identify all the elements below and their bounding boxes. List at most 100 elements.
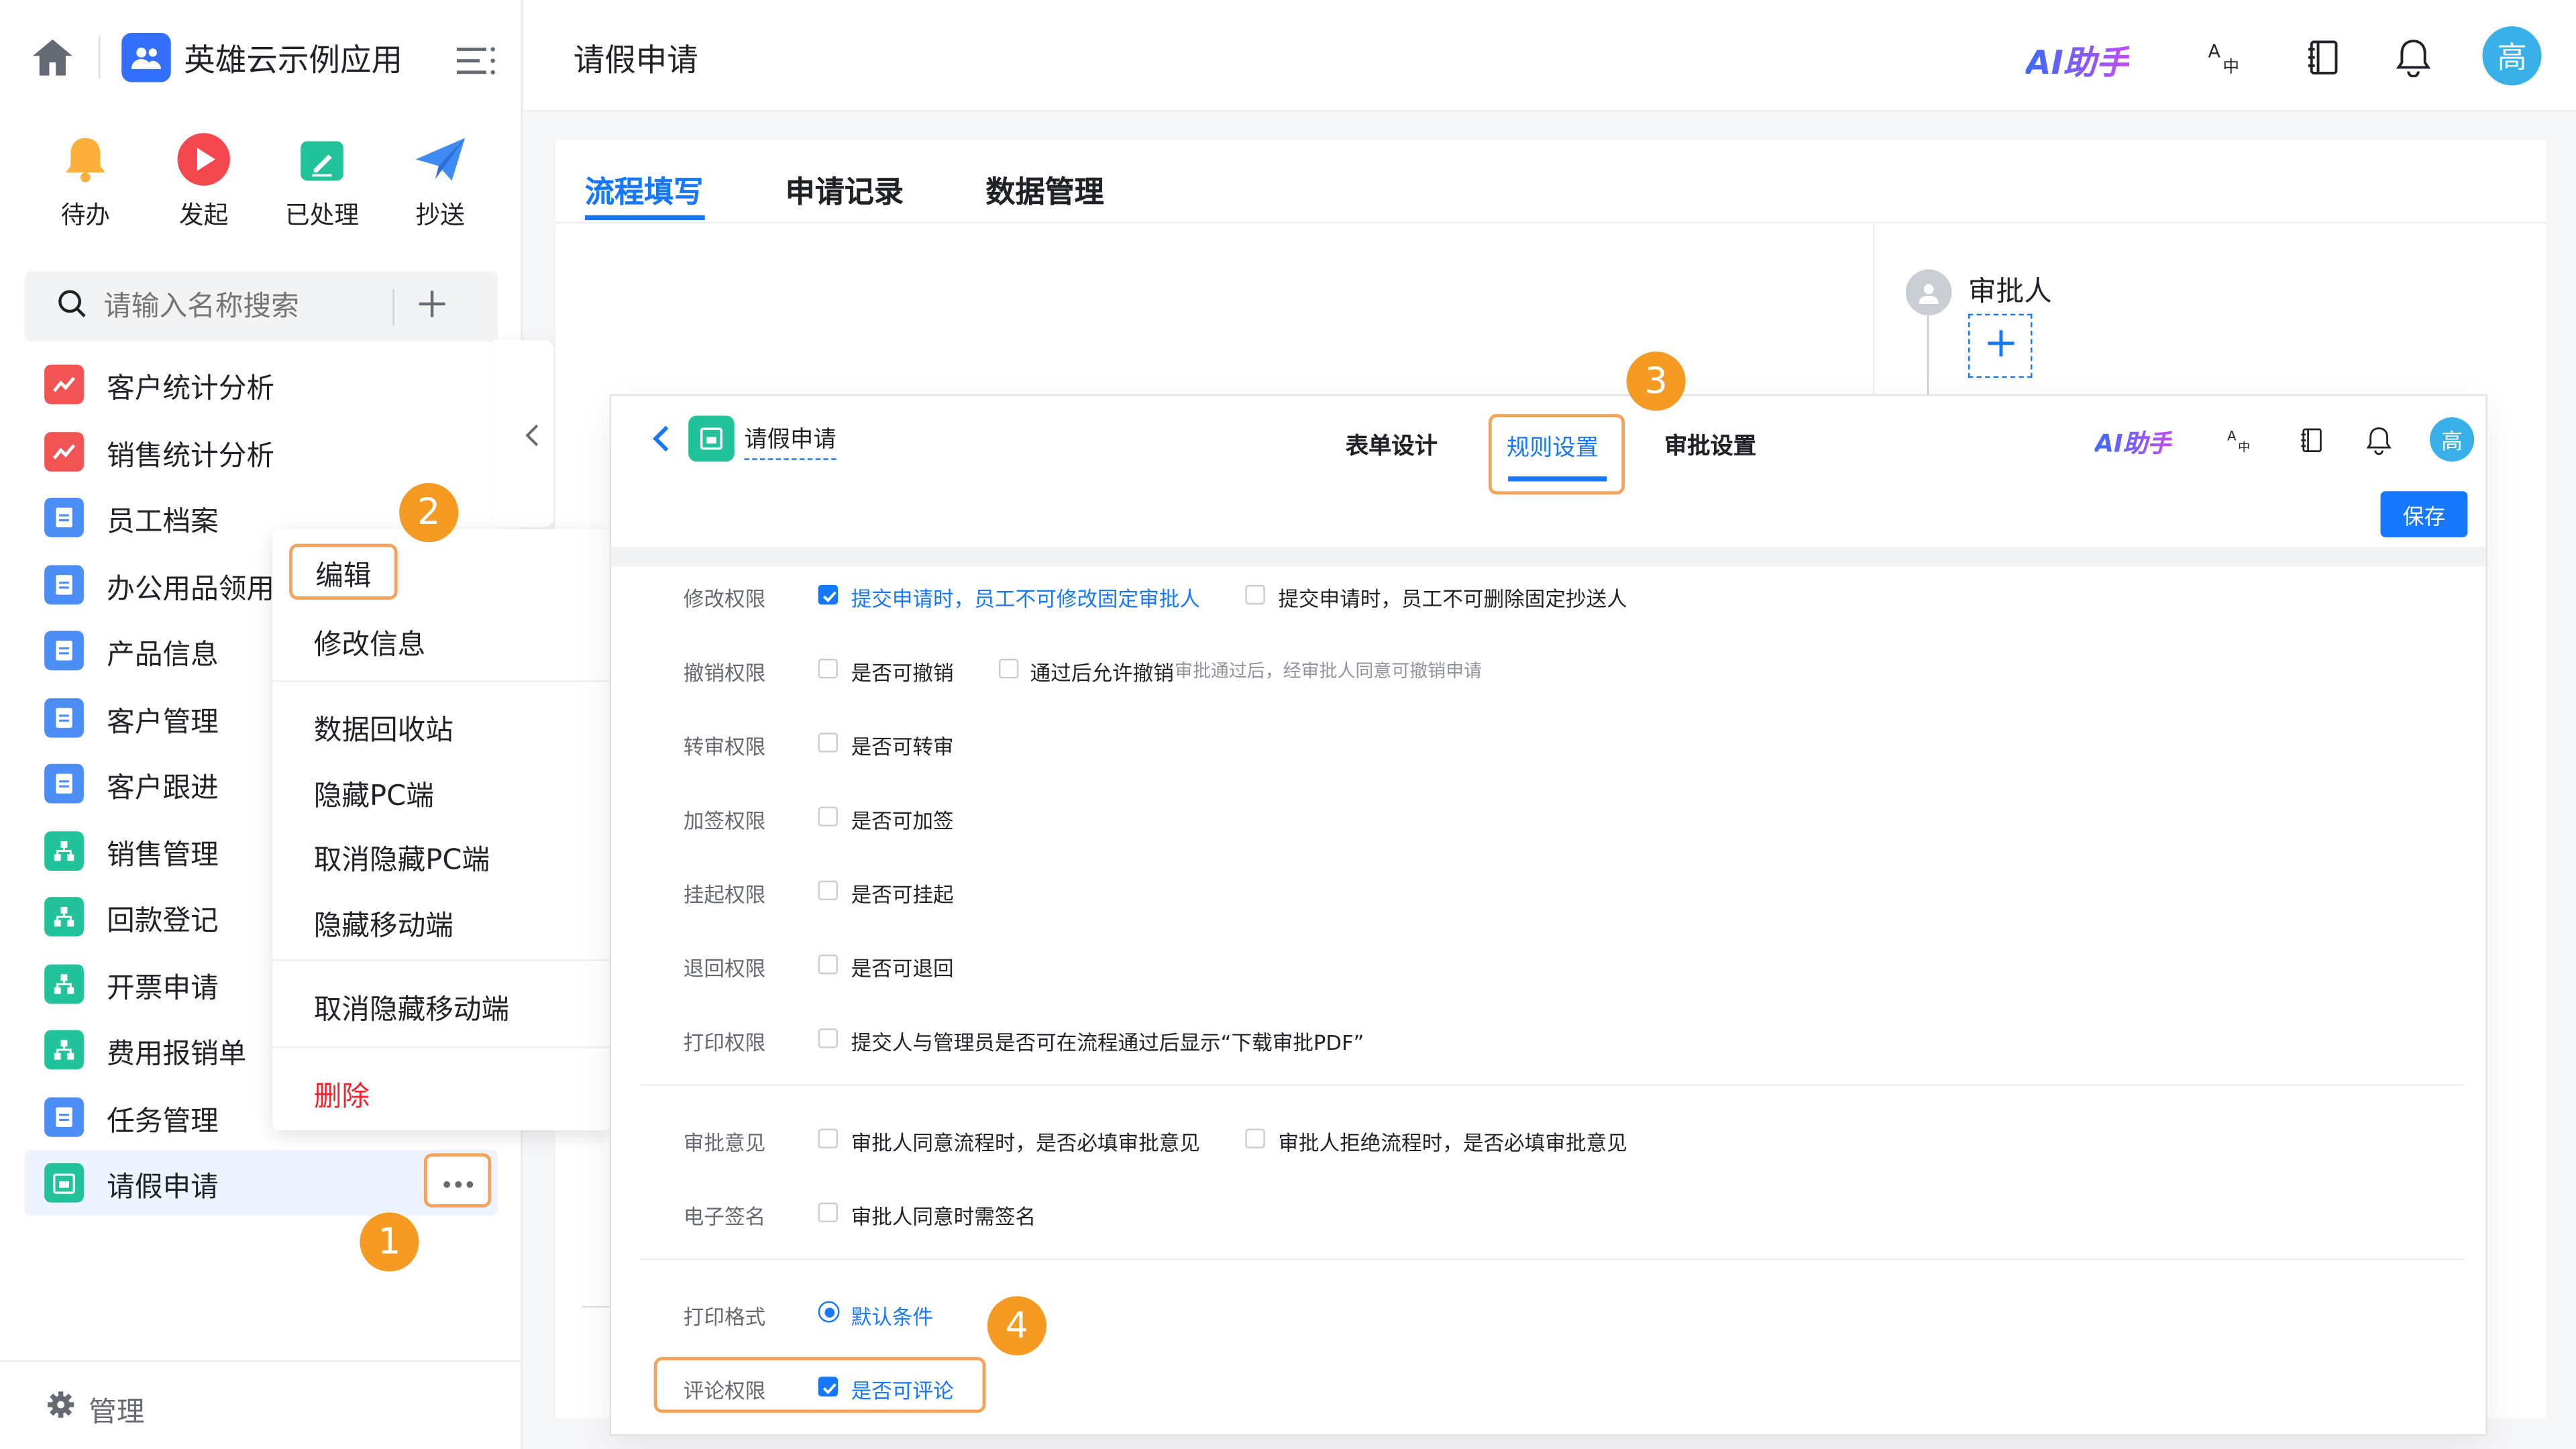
app-logo-icon [121,32,171,83]
step-badge-2: 2 [399,483,459,543]
rule-label: 退回权限 [683,956,766,981]
send-icon [413,131,468,187]
chart-icon [44,364,84,405]
page-title: 请假申请 [573,42,698,79]
checkbox[interactable] [818,1028,838,1049]
quick-cc-label: 抄送 [415,200,466,230]
tab-approval-settings[interactable]: 审批设置 [1664,429,1756,462]
document-icon [44,565,84,605]
quick-actions: 待办 发起 已处理 抄送 [33,131,493,231]
user-avatar[interactable]: 高 [2482,26,2542,86]
step-badge-3: 3 [1626,352,1686,411]
tab-fill[interactable]: 流程填写 [585,169,703,212]
back-arrow-icon[interactable] [651,424,670,460]
checkbox-label: 审批人拒绝流程时，是否必填审批意见 [1278,1130,1627,1155]
ai-assistant-button[interactable]: AI助手 [2026,36,2129,84]
rule-label: 电子签名 [683,1204,766,1229]
rule-label: 打印权限 [683,1030,766,1055]
document-icon [44,763,84,804]
ai-assistant-button[interactable]: AI助手 [2094,425,2172,460]
rule-label: 审批意见 [683,1130,766,1155]
rule-settings-panel: 请假申请 表单设计 规则设置 审批设置 AI助手 A中 高 保存 [611,396,2486,1434]
menu-collapse-icon[interactable] [456,46,496,83]
flow-icon [44,964,84,1004]
quick-done[interactable]: 已处理 [270,131,375,231]
inbox-edit-icon [294,131,350,187]
collapse-handle[interactable] [492,339,554,528]
bell-icon [58,131,113,187]
nav-item-label: 客户跟进 [107,771,219,804]
home-icon[interactable] [30,36,76,85]
nav-item-label: 费用报销单 [107,1037,247,1071]
menu-delete[interactable]: 删除 [314,1073,370,1114]
step-badge-4: 4 [987,1296,1047,1356]
translate-icon[interactable]: A中 [2206,40,2243,83]
menu-hide-pc[interactable]: 隐藏PC端 [314,772,434,813]
form-icon [688,415,735,462]
approver-avatar-icon [1905,269,1952,316]
radio-button[interactable] [818,1301,840,1323]
app-header[interactable]: 英雄云示例应用 [121,32,402,83]
rule-label: 转审权限 [683,734,766,759]
checkbox[interactable] [1245,1128,1265,1148]
nav-item-customer-stats[interactable]: 客户统计分析 [25,354,518,416]
document-icon [44,698,84,738]
user-avatar[interactable]: 高 [2430,417,2475,462]
nav-item-sales-stats[interactable]: 销售统计分析 [25,421,518,483]
checkbox[interactable] [1245,584,1265,605]
svg-text:中: 中 [2222,57,2239,76]
rule-label: 挂起权限 [683,882,766,907]
save-button[interactable]: 保存 [2380,491,2468,537]
tab-data[interactable]: 数据管理 [985,169,1104,212]
menu-modify-info[interactable]: 修改信息 [314,621,426,662]
tab-rule-settings[interactable]: 规则设置 [1488,414,1625,495]
search-input[interactable] [103,290,383,323]
menu-recycle-bin[interactable]: 数据回收站 [314,706,453,747]
rule-label: 修改权限 [683,586,766,612]
checkbox[interactable] [818,1202,838,1223]
checkbox[interactable] [998,659,1019,679]
nav-item-label: 销售统计分析 [107,439,274,473]
add-icon[interactable] [417,288,447,325]
checkbox-label: 提交申请时，员工不可删除固定抄送人 [1278,586,1627,612]
manage-label: 管理 [89,1396,145,1430]
quick-todo[interactable]: 待办 [33,131,138,231]
quick-cc[interactable]: 抄送 [388,131,493,231]
checkbox-label: 是否可转审 [851,734,954,759]
checkbox[interactable] [818,659,838,679]
chart-icon [44,432,84,472]
tab-form-design[interactable]: 表单设计 [1346,429,1438,462]
menu-hide-mobile[interactable]: 隐藏移动端 [314,902,453,943]
translate-icon[interactable]: A中 [2226,427,2252,460]
rule-label: 加签权限 [683,808,766,833]
add-approver-button[interactable] [1968,313,2033,378]
overlay-title[interactable]: 请假申请 [744,422,837,460]
checkbox[interactable] [818,954,838,975]
menu-edit[interactable]: 编辑 [289,543,398,600]
menu-unhide-mobile[interactable]: 取消隐藏移动端 [314,985,509,1027]
nav-item-label: 办公用品领用 [107,572,274,606]
notebook-icon[interactable] [2306,40,2339,83]
checkbox[interactable] [818,880,838,901]
flow-icon [44,1030,84,1070]
nav-item-label: 任务管理 [107,1104,219,1138]
manage-button[interactable]: 管理 [46,1388,145,1430]
quick-start[interactable]: 发起 [151,131,256,231]
svg-text:A: A [2208,42,2220,62]
play-icon [176,131,231,187]
checkbox-label: 是否可加签 [851,808,954,833]
nav-item-label: 员工档案 [107,505,219,539]
more-button[interactable] [423,1153,492,1208]
rule-label: 评论权限 [683,1378,766,1403]
nav-item-label: 客户管理 [107,705,219,739]
checkbox[interactable] [818,733,838,753]
document-icon [44,498,84,537]
notification-icon[interactable] [2366,425,2392,462]
document-icon [44,1097,84,1137]
notification-icon[interactable] [2396,38,2432,84]
checkbox[interactable] [818,1128,838,1148]
checkbox[interactable] [818,806,838,826]
tab-records[interactable]: 申请记录 [786,169,904,212]
menu-unhide-pc[interactable]: 取消隐藏PC端 [314,837,490,877]
notebook-icon[interactable] [2300,427,2323,460]
